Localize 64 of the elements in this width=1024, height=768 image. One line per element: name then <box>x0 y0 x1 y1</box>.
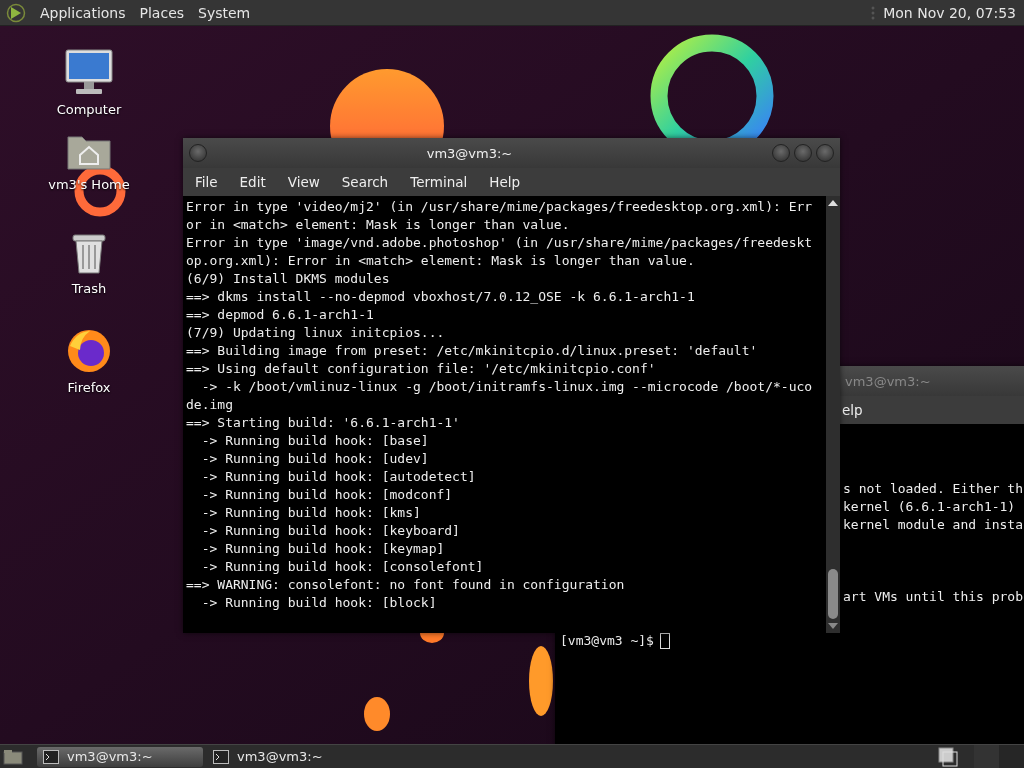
terminal-icon <box>213 749 229 764</box>
taskbar-button[interactable]: vm3@vm3:~ <box>207 746 373 767</box>
scrollbar[interactable] <box>826 196 840 633</box>
menu-item[interactable]: Edit <box>239 174 266 190</box>
terminal-line: ==> WARNING: consolefont: no font found in configuration <box>186 576 626 594</box>
terminal-line: ==> dkms install --no-depmod vboxhost/7.0.12_OSE -k 6.6.1-arch1-1 <box>186 288 696 306</box>
terminal-line: -> Running build hook: [keymap] <box>200 540 446 558</box>
window-title: vm3@vm3:~ <box>425 145 514 161</box>
window-title: vm3@vm3:~ <box>845 373 931 389</box>
terminal-line: -> Running build hook: [kms] <box>200 504 422 522</box>
terminal-line: art VMs until this prob <box>843 588 1024 606</box>
menu-item[interactable]: Search <box>341 174 389 190</box>
handle-icon <box>871 4 876 21</box>
trash-icon[interactable] <box>69 231 109 275</box>
window-menu-button[interactable] <box>189 144 207 162</box>
terminal-line: -> Running build hook: [autodetect] <box>200 468 477 486</box>
terminal-line: Error in type 'image/vnd.adobe.photoshop' (in /usr/share/mime/packages/freedeskt <box>186 234 814 252</box>
terminal-line: -> Running build hook: [block] <box>200 594 438 612</box>
terminal-line: -> Running build hook: [consolefont] <box>200 558 485 576</box>
terminal-line: de.img <box>186 396 234 414</box>
terminal-icon <box>43 749 59 764</box>
monitor-icon[interactable] <box>64 48 114 96</box>
show-desktop-icon[interactable] <box>3 748 23 765</box>
terminal-line: -> -k /boot/vmlinuz-linux -g /boot/initramfs-linux.img --microcode /boot/*-uco <box>200 378 814 396</box>
terminal-line: or in <match> element: Mask is longer than value. <box>186 216 571 234</box>
globe-icon[interactable] <box>66 328 112 374</box>
terminal-line: (6/9) Install DKMS modules <box>186 270 391 288</box>
close-button[interactable] <box>816 144 834 162</box>
terminal-line: ==> depmod 6.6.1-arch1-1 <box>186 306 375 324</box>
terminal-line: kernel (6.6.1-arch1-1) <box>843 498 1017 516</box>
menu-item[interactable]: File <box>195 174 218 190</box>
menu-item[interactable]: elp <box>842 402 863 418</box>
panel-menu[interactable]: System <box>198 4 251 21</box>
workspace-icon[interactable] <box>938 746 958 767</box>
menu-item[interactable]: Help <box>489 174 521 190</box>
menu-item[interactable]: View <box>287 174 320 190</box>
maximize-button[interactable] <box>794 144 812 162</box>
menu-item[interactable]: Terminal <box>410 174 468 190</box>
clock[interactable]: Mon Nov 20, 07:53 <box>883 4 1016 21</box>
terminal-line: Error in type 'video/mj2' (in /usr/share/mime/packages/freedesktop.org.xml): Err <box>186 198 814 216</box>
scroll-down-icon[interactable] <box>828 623 838 629</box>
terminal-line: -> Running build hook: [base] <box>200 432 430 450</box>
terminal-line: -> Running build hook: [udev] <box>200 450 430 468</box>
terminal-line: s not loaded. Either th <box>843 480 1024 498</box>
scroll-up-icon[interactable] <box>828 200 838 206</box>
shell-prompt: [vm3@vm3 ~]$ <box>560 632 654 650</box>
scroll-thumb[interactable] <box>828 569 838 619</box>
terminal-line: (7/9) Updating linux initcpios... <box>186 324 446 342</box>
minimize-button[interactable] <box>772 144 790 162</box>
cursor <box>659 633 670 649</box>
taskbar-button[interactable]: vm3@vm3:~ <box>37 746 203 767</box>
terminal-line: ==> Starting build: '6.6.1-arch1-1' <box>186 414 461 432</box>
terminal-line: ==> Using default configuration file: '/etc/mkinitcpio.conf' <box>186 360 657 378</box>
desktop-icon-label[interactable]: Trash <box>71 281 107 296</box>
terminal-line: ==> Building image from preset: /etc/mkinitcpio.d/linux.preset: 'default' <box>186 342 759 360</box>
panel-menu[interactable]: Places <box>139 4 185 21</box>
terminal-line: -> Running build hook: [keyboard] <box>200 522 461 540</box>
desktop-icon-label[interactable]: Firefox <box>67 380 111 395</box>
panel-menu[interactable]: Applications <box>40 4 126 21</box>
terminal-line: kernel module and insta <box>843 516 1024 534</box>
desktop-icon-label[interactable]: Computer <box>56 102 122 117</box>
play-logo-icon[interactable] <box>6 2 26 23</box>
terminal-line: -> Running build hook: [modconf] <box>200 486 454 504</box>
terminal-line: op.org.xml): Error in <match> element: Mask is longer than value. <box>186 252 696 270</box>
